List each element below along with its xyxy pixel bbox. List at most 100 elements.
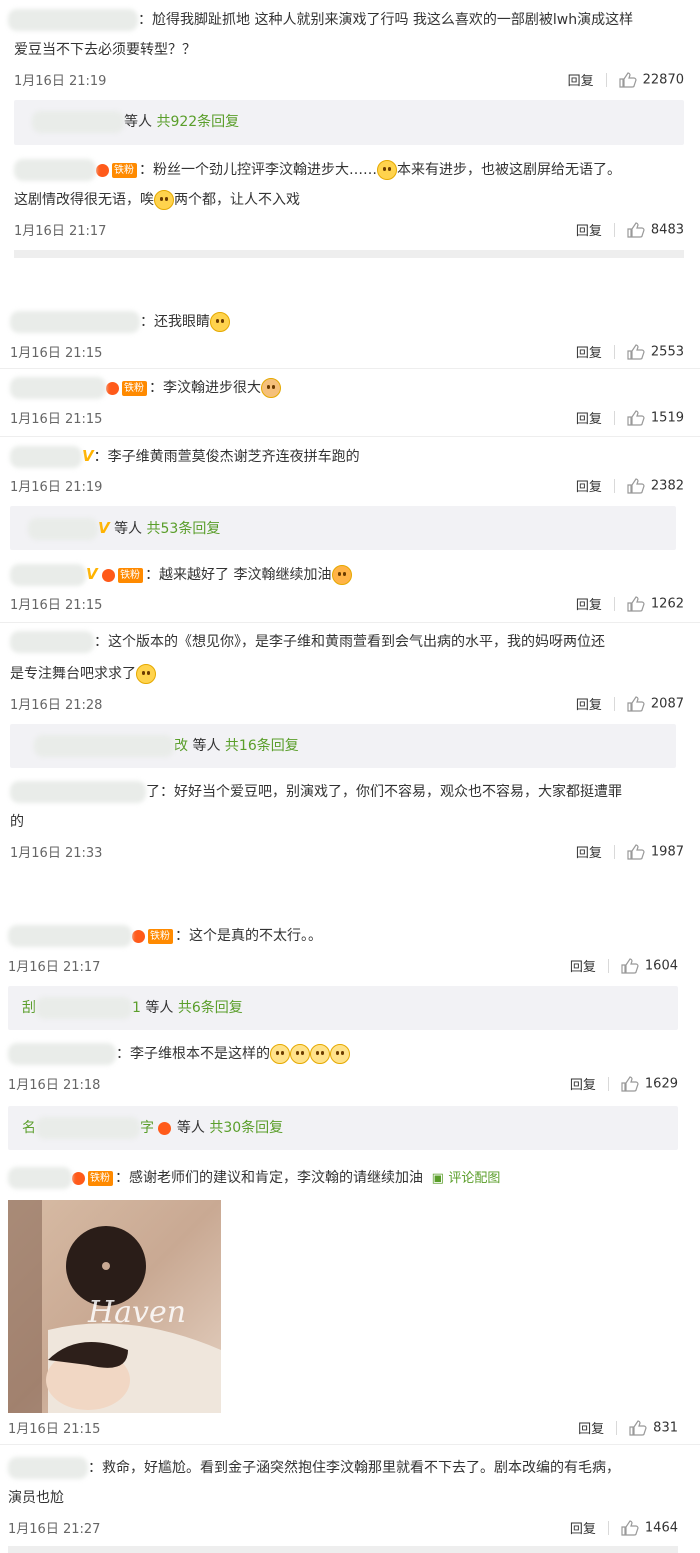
username-blurred[interactable] bbox=[14, 159, 96, 181]
comment-text: ：这个版本的《想见你》，是李子维和黄雨萱看到会气出病的水平，我的妈呀两位还 bbox=[94, 634, 605, 650]
username-tail[interactable]: 了 bbox=[146, 784, 160, 800]
like-button[interactable]: 1262 bbox=[627, 595, 684, 612]
like-count: 2553 bbox=[650, 344, 684, 359]
like-count: 1262 bbox=[650, 596, 684, 611]
like-button[interactable]: 2382 bbox=[627, 477, 684, 494]
reply-summary[interactable]: 等人 共922条回复 bbox=[14, 100, 684, 145]
fan-badge: 铁粉 bbox=[118, 567, 144, 583]
separator bbox=[613, 844, 615, 859]
username-blurred[interactable] bbox=[8, 925, 132, 947]
separator bbox=[607, 958, 609, 973]
comment-text-line2: 演员也尬 bbox=[8, 1490, 64, 1506]
reply-summary[interactable]: 名 字 等人 共30条回复 bbox=[8, 1106, 678, 1150]
cat-emoji-icon bbox=[310, 1044, 330, 1064]
like-button[interactable]: 1464 bbox=[621, 1519, 678, 1536]
username-blurred[interactable] bbox=[10, 564, 86, 586]
reply-button[interactable]: 回复 bbox=[570, 1518, 596, 1537]
username-blurred[interactable] bbox=[8, 9, 138, 31]
username-blurred[interactable] bbox=[8, 1457, 88, 1479]
like-button[interactable]: 1604 bbox=[621, 957, 678, 974]
username-blurred[interactable] bbox=[10, 781, 146, 803]
timestamp: 1月16日 21:33 bbox=[10, 846, 103, 861]
sigh-emoji-icon bbox=[154, 190, 174, 210]
reply-count[interactable]: 共922条回复 bbox=[156, 114, 239, 130]
reply-button[interactable]: 回复 bbox=[576, 842, 602, 861]
timestamp: 1月16日 21:19 bbox=[10, 480, 103, 495]
like-button[interactable]: 831 bbox=[629, 1419, 678, 1436]
reply-suffix: 等人 bbox=[176, 1120, 205, 1136]
timestamp: 1月16日 21:15 bbox=[10, 412, 103, 427]
like-button[interactable]: 22870 bbox=[619, 71, 684, 88]
like-button[interactable]: 1519 bbox=[627, 409, 684, 426]
like-count: 1629 bbox=[644, 1076, 678, 1091]
comment-c12: ：救命，好尴尬。看到金子涵突然抱住李汶翰那里就看不下去了。剧本改编的有毛病， 演… bbox=[0, 1452, 700, 1548]
reply-suffix: 等人 bbox=[114, 521, 143, 537]
replier-blurred bbox=[32, 111, 124, 133]
comment-c5: V：李子维黄雨萱莫俊杰谢芝齐连夜拼车跑的 1月16日 21:19 回复 2382 bbox=[0, 442, 700, 504]
crown-icon bbox=[158, 1121, 172, 1135]
reply-button[interactable]: 回复 bbox=[576, 220, 602, 239]
like-count: 2382 bbox=[650, 478, 684, 493]
separator bbox=[613, 222, 615, 237]
reply-button[interactable]: 回复 bbox=[576, 476, 602, 495]
like-count: 2087 bbox=[650, 696, 684, 711]
like-button[interactable]: 8483 bbox=[627, 221, 684, 238]
comment-text-cont: 本来有进步，也被这剧屏给无语了。 bbox=[397, 162, 621, 178]
reply-summary[interactable]: 改 等人 共16条回复 bbox=[10, 724, 676, 768]
reply-button[interactable]: 回复 bbox=[576, 408, 602, 427]
separator bbox=[616, 1420, 618, 1435]
separator bbox=[607, 1520, 609, 1535]
reply-count[interactable]: 共30条回复 bbox=[209, 1120, 283, 1136]
like-button[interactable]: 2087 bbox=[627, 695, 684, 712]
comment-text: ：李子维根本不是这样的 bbox=[116, 1046, 270, 1062]
reply-button[interactable]: 回复 bbox=[576, 342, 602, 361]
separator bbox=[613, 344, 615, 359]
like-button[interactable]: 2553 bbox=[627, 343, 684, 360]
like-button[interactable]: 1629 bbox=[621, 1075, 678, 1092]
laughing-emoji-icon bbox=[377, 160, 397, 180]
separator bbox=[605, 72, 607, 87]
verified-v-icon: V bbox=[98, 519, 110, 537]
comment-c9: 铁粉 ：这个是真的不太行。。 1月16日 21:17 回复 1604 bbox=[0, 922, 700, 984]
username-blurred[interactable] bbox=[10, 311, 140, 333]
comment-c10: ：李子维根本不是这样的 1月16日 21:18 回复 1629 bbox=[0, 1036, 700, 1098]
reply-summary[interactable]: 刮 1 等人 共6条回复 bbox=[8, 986, 678, 1030]
reply-count[interactable]: 共16条回复 bbox=[225, 738, 299, 754]
comment-text-line2: 这剧情改得很无语，唉 bbox=[14, 192, 154, 208]
username-blurred[interactable] bbox=[10, 377, 106, 399]
comment-text: ：还我眼睛 bbox=[140, 314, 210, 330]
like-count: 1519 bbox=[650, 410, 684, 425]
timestamp: 1月16日 21:15 bbox=[8, 1422, 101, 1437]
comment-picture-link[interactable]: 评论配图 bbox=[448, 1171, 500, 1186]
fan-badge: 铁粉 bbox=[148, 928, 173, 944]
reply-count[interactable]: 共53条回复 bbox=[147, 521, 221, 537]
picture-icon[interactable]: ▣ bbox=[427, 1171, 444, 1186]
reply-count[interactable]: 共6条回复 bbox=[178, 1000, 243, 1016]
replier-blurred bbox=[34, 735, 174, 757]
thumbs-up-icon bbox=[621, 1075, 639, 1092]
comment-card-3: 铁粉 ：这个是真的不太行。。 1月16日 21:17 回复 1604 刮1 等人 … bbox=[0, 914, 700, 1553]
username-blurred[interactable] bbox=[8, 1167, 72, 1189]
reply-button[interactable]: 回复 bbox=[578, 1418, 604, 1437]
username-blurred[interactable] bbox=[8, 1043, 116, 1065]
comment-c7: ：这个版本的《想见你》，是李子维和黄雨萱看到会气出病的水平，我的妈呀两位还 是专… bbox=[0, 628, 700, 720]
divider bbox=[0, 622, 700, 623]
thumbs-up-icon bbox=[619, 71, 637, 88]
card-bottom-border bbox=[8, 1546, 678, 1553]
reply-button[interactable]: 回复 bbox=[568, 70, 594, 89]
divider bbox=[0, 368, 700, 369]
comment-text: ：李汶翰进步很大 bbox=[149, 380, 261, 396]
reply-button[interactable]: 回复 bbox=[576, 694, 602, 713]
separator bbox=[613, 410, 615, 425]
timestamp: 1月16日 21:18 bbox=[8, 1078, 101, 1093]
reply-button[interactable]: 回复 bbox=[570, 1074, 596, 1093]
reply-button[interactable]: 回复 bbox=[576, 594, 602, 613]
comment-photo[interactable]: Haven bbox=[8, 1200, 221, 1413]
reply-summary[interactable]: V 等人 共53条回复 bbox=[10, 506, 676, 550]
comment-text: ：粉丝一个劲儿控评李汶翰进步大…… bbox=[139, 162, 377, 178]
username-blurred[interactable] bbox=[10, 446, 82, 468]
reply-button[interactable]: 回复 bbox=[570, 956, 596, 975]
like-button[interactable]: 1987 bbox=[627, 843, 684, 860]
username-blurred[interactable] bbox=[10, 631, 94, 653]
separator bbox=[613, 696, 615, 711]
